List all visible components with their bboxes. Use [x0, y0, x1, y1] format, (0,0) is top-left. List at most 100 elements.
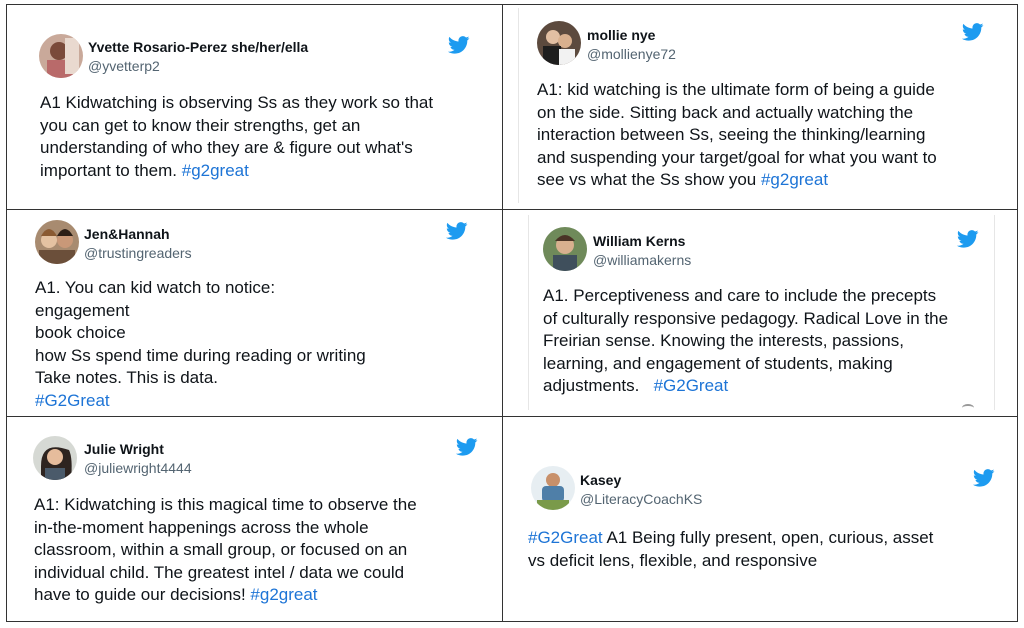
- tweet-line: classroom, within a small group, or focu…: [34, 539, 417, 562]
- avatar[interactable]: [537, 21, 581, 65]
- tweet-line: A1. Perceptiveness and care to include t…: [543, 285, 948, 308]
- tweet-line-text: vs deficit lens, flexible, and responsiv…: [528, 550, 818, 570]
- tweet-line: of culturally responsive pedagogy. Radic…: [543, 308, 948, 331]
- tweet-line: interaction between Ss, seeing the think…: [537, 124, 937, 147]
- tweet-line-text: understanding of who they are & figure o…: [40, 138, 413, 157]
- author-handle[interactable]: @yvetterp2: [88, 58, 160, 74]
- tweet-line: A1 Kidwatching is observing Ss as they w…: [40, 92, 433, 115]
- tweet-line: learning, and engagement of students, ma…: [543, 353, 948, 376]
- card-edge: [994, 215, 995, 410]
- hashtag-link[interactable]: #g2great: [182, 161, 249, 180]
- twitter-bird-icon[interactable]: [446, 222, 468, 240]
- twitter-bird-icon[interactable]: [957, 230, 979, 248]
- tweet-text: A1 Kidwatching is observing Ss as they w…: [40, 92, 433, 182]
- avatar[interactable]: [33, 436, 77, 480]
- tweet-line-text: A1. Perceptiveness and care to include t…: [543, 286, 937, 305]
- tweet-line-text: book choice: [35, 323, 126, 342]
- tweet-line: on the side. Sitting back and actually w…: [537, 102, 937, 125]
- hashtag-link[interactable]: #G2Great: [528, 528, 603, 547]
- hashtag-link[interactable]: #G2Great: [35, 391, 110, 410]
- avatar[interactable]: [35, 220, 79, 264]
- tweet-line: important to them. #g2great: [40, 160, 433, 183]
- tweet-line: #G2Great A1 Being fully present, open, c…: [528, 527, 933, 550]
- tweet-line: Freirian sense. Knowing the interests, p…: [543, 330, 948, 353]
- tweet-line-text: important to them.: [40, 160, 182, 180]
- author-name[interactable]: Kasey: [580, 472, 621, 488]
- avatar[interactable]: [39, 34, 83, 78]
- tweet-line: adjustments. #G2Great: [543, 375, 948, 398]
- author-name[interactable]: Jen&Hannah: [84, 226, 170, 242]
- tweet-line-text: have to guide our decisions!: [34, 585, 251, 604]
- tweet-line: A1: Kidwatching is this magical time to …: [34, 494, 417, 517]
- twitter-bird-icon[interactable]: [456, 438, 478, 456]
- grid-line-right: [1017, 4, 1018, 622]
- hashtag-link[interactable]: #g2great: [761, 170, 828, 189]
- author-name[interactable]: mollie nye: [587, 27, 655, 43]
- tweet-line: A1. You can kid watch to notice:: [35, 277, 366, 300]
- tweet-line-text: on the side. Sitting back and actually w…: [537, 102, 914, 122]
- tweet-line: how Ss spend time during reading or writ…: [35, 345, 366, 368]
- avatar[interactable]: [531, 466, 575, 510]
- author-handle[interactable]: @LiteracyCoachKS: [580, 491, 702, 507]
- tweet-line-text: and suspending your target/goal for what…: [537, 147, 937, 167]
- tweet-line-text: you can get to know their strengths, get…: [40, 115, 361, 135]
- tweet-line: have to guide our decisions! #g2great: [34, 584, 417, 607]
- tweet-line: vs deficit lens, flexible, and responsiv…: [528, 550, 933, 573]
- grid-line-row1: [6, 209, 1018, 210]
- tweet-text: A1. Perceptiveness and care to include t…: [543, 285, 948, 398]
- tweet-line-text: individual child. The greatest intel / d…: [34, 562, 405, 582]
- grid-line-middle: [502, 4, 503, 622]
- tweet-text: A1: kid watching is the ultimate form of…: [537, 79, 937, 192]
- tweet-line: #G2Great: [35, 390, 366, 413]
- tweet-line: in-the-moment happenings across the whol…: [34, 517, 417, 540]
- author-handle[interactable]: @juliewright4444: [84, 460, 192, 476]
- tweet-line: Take notes. This is data.: [35, 367, 366, 390]
- grid-line-top: [6, 4, 1018, 5]
- twitter-bird-icon[interactable]: [973, 469, 995, 487]
- author-handle[interactable]: @mollienye72: [587, 46, 676, 62]
- tweet-line: and suspending your target/goal for what…: [537, 147, 937, 170]
- grid-line-row2: [6, 416, 1018, 417]
- hashtag-link[interactable]: #G2Great: [654, 376, 729, 395]
- tweet-line-text: learning, and engagement of students, ma…: [543, 353, 893, 373]
- tweet-line-text: how Ss spend time during reading or writ…: [35, 345, 366, 365]
- avatar[interactable]: [543, 227, 587, 271]
- tweet-line: book choice: [35, 322, 366, 345]
- card-corner-mark: [962, 404, 974, 412]
- author-name[interactable]: Julie Wright: [84, 441, 164, 457]
- tweet-line: engagement: [35, 300, 366, 323]
- twitter-bird-icon[interactable]: [962, 23, 984, 41]
- grid-line-left: [6, 4, 7, 622]
- author-handle[interactable]: @trustingreaders: [84, 245, 192, 261]
- card-edge: [528, 215, 529, 410]
- tweet-line: understanding of who they are & figure o…: [40, 137, 433, 160]
- hashtag-link[interactable]: #g2great: [250, 585, 317, 604]
- tweet-line-text: engagement: [35, 300, 130, 320]
- tweet-line-text: A1 Being fully present, open, curious, a…: [602, 528, 934, 547]
- tweet-text: A1: Kidwatching is this magical time to …: [34, 494, 417, 607]
- tweet-line: you can get to know their strengths, get…: [40, 115, 433, 138]
- tweet-line: see vs what the Ss show you #g2great: [537, 169, 937, 192]
- card-edge: [518, 8, 519, 203]
- tweet-line-text: Freirian sense. Knowing the interests, p…: [543, 331, 904, 350]
- author-name[interactable]: William Kerns: [593, 233, 685, 249]
- tweet-line-text: in-the-moment happenings across the whol…: [34, 517, 369, 537]
- tweet-text: A1. You can kid watch to notice: engageme…: [35, 277, 366, 412]
- tweet-line-text: adjustments.: [543, 376, 654, 395]
- grid-line-bottom: [6, 621, 1018, 622]
- tweet-line-text: interaction between Ss, seeing the think…: [537, 125, 926, 144]
- author-handle[interactable]: @williamakerns: [593, 252, 691, 268]
- tweet-text: #G2Great A1 Being fully present, open, c…: [528, 527, 933, 572]
- tweet-line-text: see vs what the Ss show you: [537, 170, 761, 189]
- tweet-line-text: A1: Kidwatching is this magical time to …: [34, 495, 417, 514]
- tweet-line-text: classroom, within a small group, or focu…: [34, 540, 408, 559]
- twitter-bird-icon[interactable]: [448, 36, 470, 54]
- tweet-line-text: A1. You can kid watch to notice:: [35, 278, 276, 297]
- tweet-line-text: of culturally responsive pedagogy. Radic…: [543, 308, 949, 328]
- tweet-line-text: A1 Kidwatching is observing Ss as they w…: [40, 93, 434, 112]
- tweet-line-text: A1: kid watching is the ultimate form of…: [537, 80, 935, 99]
- tweet-line: individual child. The greatest intel / d…: [34, 562, 417, 585]
- tweet-line-text: Take notes. This is data.: [35, 368, 219, 387]
- tweet-line: A1: kid watching is the ultimate form of…: [537, 79, 937, 102]
- author-name[interactable]: Yvette Rosario-Perez she/her/ella: [88, 39, 308, 55]
